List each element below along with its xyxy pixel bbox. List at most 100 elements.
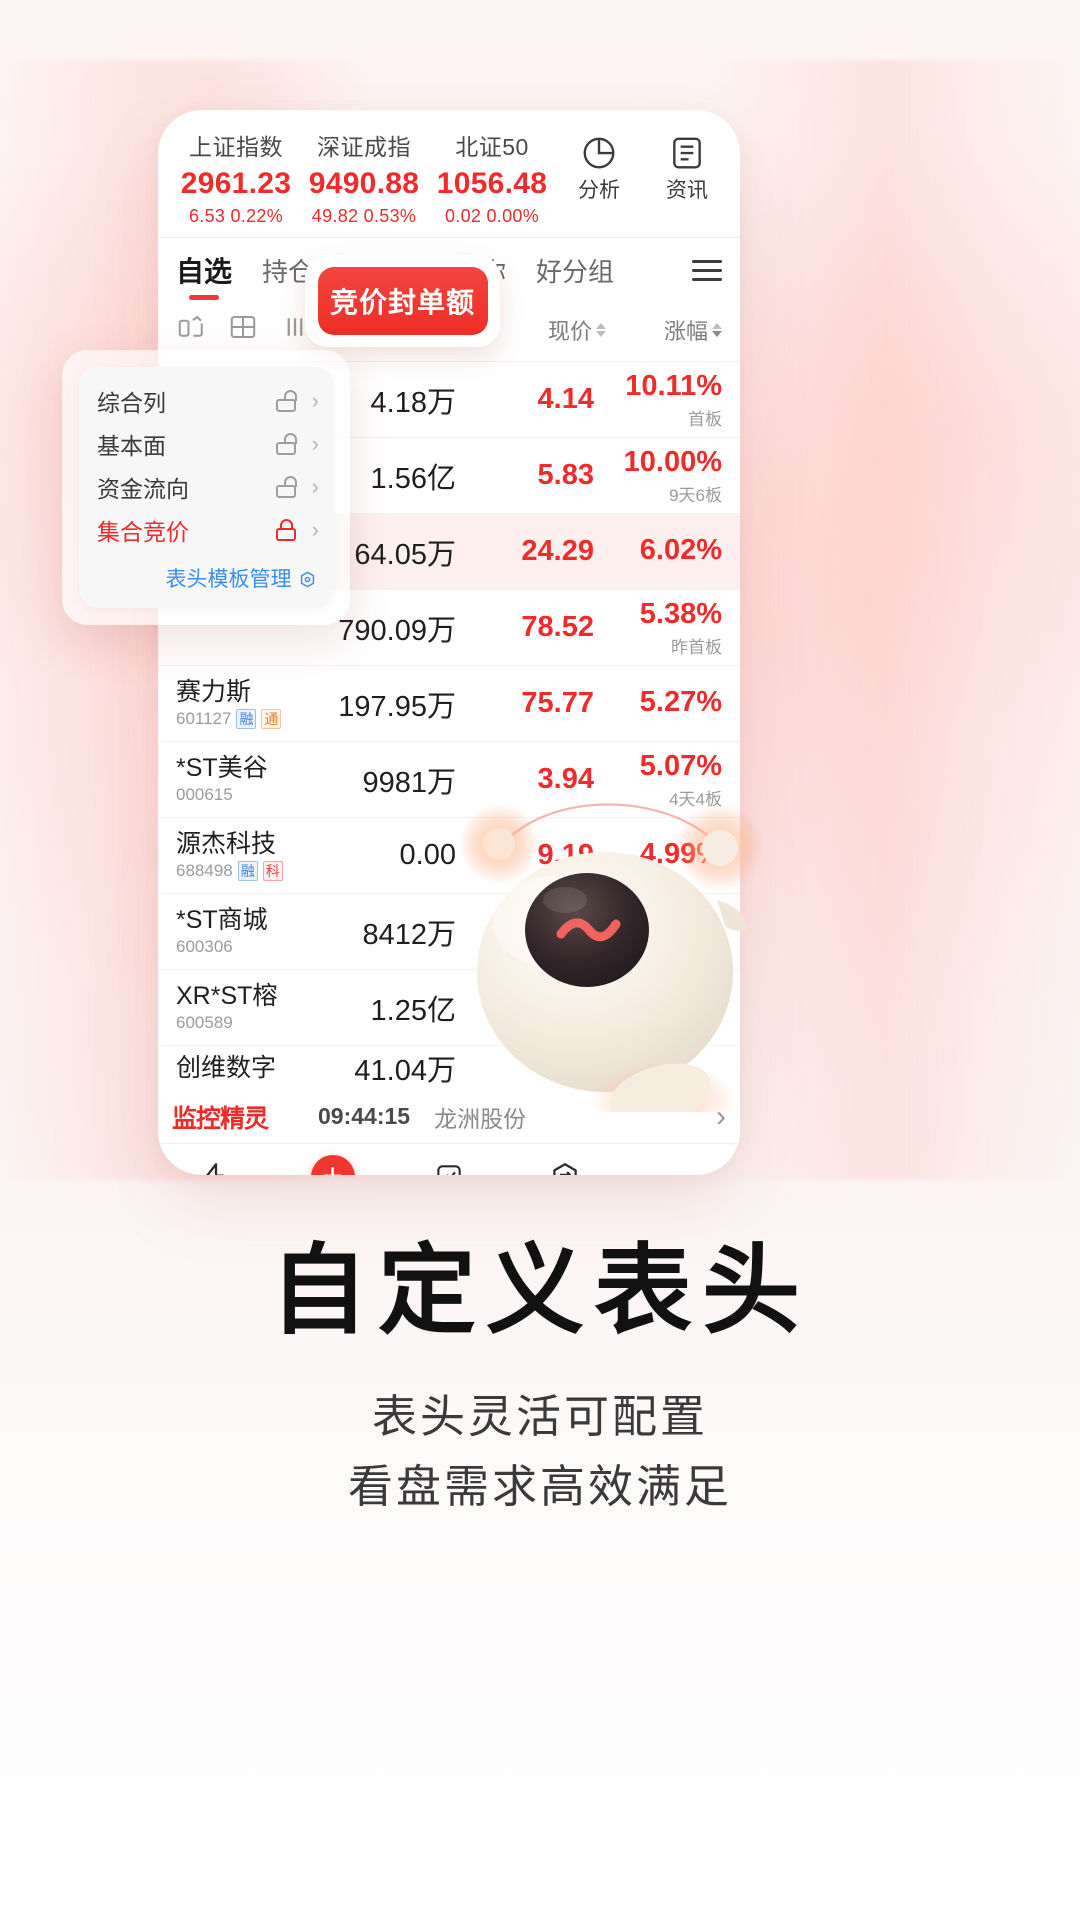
stock-name: *ST美谷: [176, 753, 268, 782]
index-item-2[interactable]: 北证50 1056.48 0.02 0.00%: [428, 128, 556, 227]
column-header-change[interactable]: 涨幅: [664, 314, 722, 346]
stock-volume: 4.18万: [370, 386, 456, 419]
badge-tong: 通: [261, 709, 282, 730]
stock-volume: 197.95万: [338, 690, 456, 723]
index-change: 6.53 0.22%: [172, 206, 300, 227]
stock-price: 9.19: [537, 839, 594, 871]
stock-volume: 0.00: [399, 839, 456, 871]
table-row[interactable]: *ST商城 600306 8412万: [158, 894, 740, 970]
nav-item-zixuan[interactable]: + 自选: [274, 1154, 390, 1175]
news-button[interactable]: 资讯: [656, 134, 718, 204]
chevron-right-icon: ›: [311, 387, 319, 413]
column-header-price-label: 现价: [547, 318, 592, 344]
stock-name-cell: 源杰科技 688498 融 科: [176, 830, 336, 882]
stock-percent: 10.00%: [623, 445, 722, 478]
dropdown-item-zijinliuxiang[interactable]: 资金流向 ›: [79, 465, 333, 508]
stock-volume: 9981万: [362, 766, 456, 799]
index-change-abs: 0.02: [444, 206, 482, 226]
stock-price: 3.94: [537, 763, 594, 795]
column-header-price[interactable]: 现价: [548, 314, 606, 346]
analysis-label: 分析: [578, 179, 620, 202]
index-change: 49.82 0.53%: [300, 206, 428, 227]
badge-rong: 融: [237, 861, 258, 882]
stock-name-cell: XR*ST榕 600589: [176, 982, 336, 1034]
index-value: 9490.88: [308, 167, 420, 200]
ticker-text: 龙洲股份: [434, 1105, 527, 1132]
auction-order-button[interactable]: 竞价封单额: [317, 267, 488, 335]
dropdown-item-jihejingjia[interactable]: 集合竞价 ›: [79, 508, 333, 551]
sort-arrows-icon: [595, 322, 606, 337]
chevron-right-icon[interactable]: ›: [716, 1100, 726, 1134]
share-sort-icon[interactable]: [176, 312, 206, 347]
unlock-icon: [275, 432, 297, 455]
table-row[interactable]: *ST美谷 000615 9981万 3.94 5.07% 4天4板: [158, 742, 740, 818]
nav-item-jiaoyi[interactable]: 交易: [507, 1155, 623, 1175]
stock-name-cell: *ST美谷 000615: [176, 754, 336, 806]
stock-code: 600589: [176, 1013, 233, 1033]
stock-name-cell: 创维数字: [176, 1054, 336, 1083]
caption-line-2: 看盘需求高效满足: [347, 1460, 732, 1512]
index-item-1[interactable]: 深证成指 9490.88 49.82 0.53%: [300, 128, 428, 227]
index-name: 上证指数: [189, 134, 283, 160]
stock-name-cell: *ST商城 600306: [176, 906, 336, 958]
index-item-0[interactable]: 上证指数 2961.23 6.53 0.22%: [172, 128, 300, 227]
stock-name: 创维数字: [176, 1053, 277, 1082]
index-name: 北证50: [455, 134, 529, 160]
stock-name: *ST商城: [176, 905, 268, 934]
stock-price: 5.83: [537, 459, 594, 491]
pie-chart-icon: [568, 134, 630, 174]
nav-item-hangqing[interactable]: 行情: [391, 1155, 507, 1175]
stock-change-cell: 5.07% 4天4板: [594, 750, 722, 810]
hamburger-menu-icon: [692, 259, 722, 281]
tab-menu-button[interactable]: [692, 254, 722, 287]
stock-tag: 首板: [688, 409, 722, 429]
stock-percent: 5.38%: [639, 597, 722, 630]
chart-square-icon: [391, 1155, 507, 1175]
index-change-pct: 0.53%: [363, 206, 417, 226]
template-manage-label: 表头模板管理: [165, 568, 292, 591]
stock-percent: 5.07%: [639, 749, 722, 782]
plus-circle-icon: +: [274, 1154, 390, 1175]
dropdown-item-jibenmian[interactable]: 基本面 ›: [79, 422, 333, 465]
stock-percent: 10.11%: [625, 369, 722, 402]
stock-code: 688498: [176, 861, 233, 881]
nav-item-message[interactable]: [624, 1169, 740, 1175]
stock-volume: 1.56亿: [370, 462, 456, 495]
stock-code: 600306: [176, 937, 233, 957]
caption-block: 自定义表头 表头灵活可配置 看盘需求高效满足: [0, 1234, 1080, 1521]
tab-zixuan[interactable]: 自选: [176, 250, 232, 290]
table-row[interactable]: 赛力斯 601127 融 通 197.95万 75.77 5.27%: [158, 666, 740, 742]
page-title: 自定义表头: [269, 1234, 810, 1348]
stock-volume: 41.04万: [354, 1055, 456, 1087]
stock-price: 4.14: [537, 383, 594, 415]
dropdown-item-zonghelie[interactable]: 综合列 ›: [79, 379, 333, 422]
table-row[interactable]: 创维数字 41.04万: [158, 1046, 740, 1090]
bottom-nav: 首页 + 自选 行情 交易: [158, 1144, 740, 1175]
settings-hex-icon: [298, 570, 317, 595]
stock-price: 24.29: [521, 535, 594, 567]
stock-percent: 5.27%: [639, 686, 722, 718]
stock-volume: 64.05万: [354, 538, 456, 571]
ticker-time: 09:44:15: [318, 1103, 411, 1129]
template-manage-link[interactable]: 表头模板管理: [79, 551, 333, 595]
chevron-right-icon: ›: [311, 430, 319, 456]
table-row[interactable]: XR*ST榕 600589 1.25亿: [158, 970, 740, 1046]
nav-item-home[interactable]: 首页: [158, 1155, 274, 1175]
stock-price: 78.52: [521, 611, 594, 643]
chevron-right-icon: ›: [311, 473, 319, 499]
table-row[interactable]: 源杰科技 688498 融 科 0.00 9.19 4.99%: [158, 818, 740, 894]
stock-code-row: 600589: [176, 1013, 336, 1033]
tab-haofenzu[interactable]: 好分组: [536, 252, 614, 289]
auction-order-popup: 竞价封单额: [305, 255, 500, 347]
badge-rong: 融: [236, 709, 257, 730]
dropdown-label: 基本面: [97, 432, 166, 459]
stock-tag: 9天6板: [669, 485, 722, 505]
caption-line-1: 表头灵活可配置: [371, 1390, 708, 1442]
unlock-icon: [275, 389, 297, 412]
grid-layout-icon[interactable]: [228, 312, 258, 347]
stock-change-cell: 6.02%: [594, 534, 722, 569]
analysis-button[interactable]: 分析: [568, 134, 630, 204]
monitor-ticker[interactable]: 监控精灵 09:44:15 龙洲股份 ›: [158, 1090, 740, 1144]
index-change: 0.02 0.00%: [428, 206, 556, 227]
dropdown-label: 综合列: [97, 389, 166, 416]
